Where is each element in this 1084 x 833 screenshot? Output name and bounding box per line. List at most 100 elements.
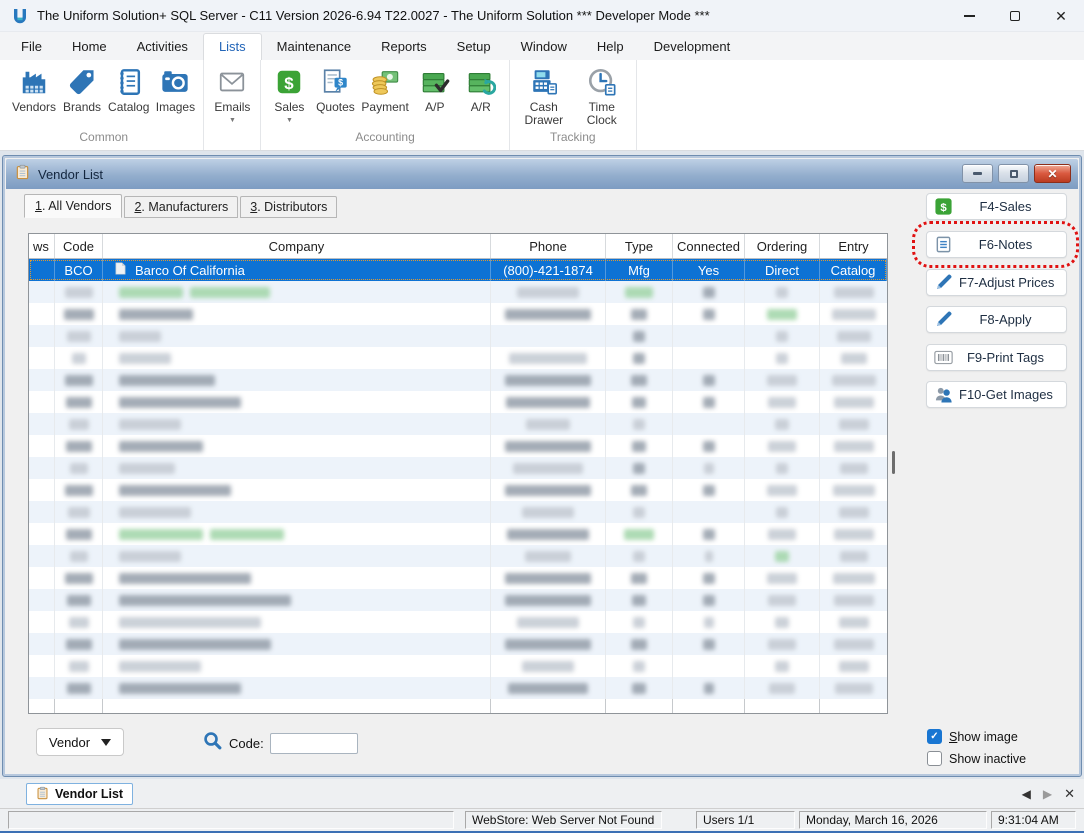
table-row-redacted[interactable] <box>29 347 887 369</box>
cell-redacted <box>820 611 887 633</box>
menu-item-file[interactable]: File <box>6 33 57 60</box>
checkbox-unchecked-icon[interactable] <box>927 751 942 766</box>
table-row-redacted[interactable] <box>29 523 887 545</box>
column-header-company[interactable]: Company <box>103 234 491 258</box>
column-header-ws[interactable]: ws <box>29 234 55 258</box>
redacted-text <box>119 639 271 650</box>
f6-notes-button[interactable]: F6-Notes <box>926 231 1067 258</box>
redacted-text <box>767 485 797 496</box>
close-button[interactable]: ✕ <box>1038 0 1084 32</box>
ribbon-button-a-p[interactable]: A/P <box>412 65 458 114</box>
menu-item-help[interactable]: Help <box>582 33 639 60</box>
taskbar-tab-label: Vendor List <box>55 787 123 801</box>
table-row-redacted[interactable] <box>29 413 887 435</box>
table-row-redacted[interactable] <box>29 281 887 303</box>
tab-all-vendors[interactable]: 1. All Vendors <box>24 194 122 218</box>
column-header-type[interactable]: Type <box>606 234 673 258</box>
redacted-text <box>69 419 89 430</box>
table-row-redacted[interactable] <box>29 479 887 501</box>
column-header-code[interactable]: Code <box>55 234 103 258</box>
table-row-selected[interactable]: BCOBarco Of California(800)-421-1874MfgY… <box>29 259 887 281</box>
code-search-input[interactable] <box>270 733 358 754</box>
cell-redacted <box>673 523 745 545</box>
taskbar-tab-vendor-list[interactable]: Vendor List <box>26 783 133 805</box>
cell-redacted <box>103 589 491 611</box>
cell-redacted <box>491 347 606 369</box>
table-row-redacted[interactable] <box>29 501 887 523</box>
table-row-redacted[interactable] <box>29 655 887 677</box>
ribbon-button-time-clock[interactable]: Time Clock <box>573 65 631 128</box>
ribbon-button-payment[interactable]: Payment <box>358 65 411 114</box>
table-row-redacted[interactable] <box>29 633 887 655</box>
column-header-connected[interactable]: Connected <box>673 234 745 258</box>
f4-sales-button[interactable]: $F4-Sales <box>926 193 1067 220</box>
menu-item-maintenance[interactable]: Maintenance <box>262 33 366 60</box>
redacted-text <box>119 375 215 386</box>
tab-nav-next-icon[interactable]: ▶ <box>1043 787 1052 801</box>
ribbon-toolbar: VendorsBrandsCatalogImagesCommonEmails▼$… <box>0 60 1084 151</box>
redacted-text <box>704 463 714 474</box>
ribbon-button-a-r[interactable]: A/R <box>458 65 504 114</box>
f9-print-tags-button[interactable]: F9-Print Tags <box>926 344 1067 371</box>
ribbon-button-vendors[interactable]: Vendors <box>9 65 59 114</box>
ribbon-button-catalog[interactable]: Catalog <box>105 65 152 114</box>
ribbon-button-brands[interactable]: Brands <box>59 65 105 114</box>
menu-item-lists[interactable]: Lists <box>203 33 262 60</box>
f8-apply-button[interactable]: F8-Apply <box>926 306 1067 333</box>
column-header-entry[interactable]: Entry <box>820 234 887 258</box>
vendor-filter-dropdown[interactable]: Vendor <box>36 728 124 756</box>
table-row-redacted[interactable] <box>29 435 887 457</box>
menu-item-development[interactable]: Development <box>639 33 746 60</box>
action-button-label: F4-Sales <box>959 199 1066 214</box>
vendor-restore-button[interactable] <box>998 164 1029 183</box>
table-row-redacted[interactable] <box>29 545 887 567</box>
f7-adjust-prices-button[interactable]: F7-Adjust Prices <box>926 269 1067 296</box>
redacted-text <box>832 375 876 386</box>
table-row-redacted[interactable] <box>29 457 887 479</box>
table-row-redacted[interactable] <box>29 391 887 413</box>
redacted-text <box>834 639 874 650</box>
tab-manufacturers[interactable]: 2. Manufacturers <box>124 196 238 218</box>
ribbon-button-cash-drawer[interactable]: Cash Drawer <box>515 65 573 128</box>
ribbon-button-images[interactable]: Images <box>152 65 198 114</box>
redacted-text <box>119 507 191 518</box>
checkbox-show-inactive[interactable]: Show inactive <box>927 751 1026 766</box>
ribbon-button-sales[interactable]: $Sales▼ <box>266 65 312 124</box>
cell-redacted <box>606 347 673 369</box>
f10-get-images-button[interactable]: F10-Get Images <box>926 381 1067 408</box>
cell-redacted <box>745 347 820 369</box>
ribbon-button-quotes[interactable]: $Quotes <box>312 65 358 114</box>
vertical-scrollbar-thumb[interactable] <box>892 451 895 474</box>
checkbox-show-image[interactable]: ✓Show image <box>927 729 1018 744</box>
ribbon-group-tracking: Cash DrawerTime ClockTracking <box>510 60 637 150</box>
table-row-redacted[interactable] <box>29 325 887 347</box>
minimize-button[interactable] <box>946 0 992 32</box>
vendor-close-button[interactable]: ✕ <box>1034 164 1071 183</box>
table-row-redacted[interactable] <box>29 369 887 391</box>
table-row-redacted[interactable] <box>29 589 887 611</box>
cell-redacted <box>673 611 745 633</box>
menu-item-window[interactable]: Window <box>506 33 582 60</box>
tab-distributors[interactable]: 3. Distributors <box>240 196 337 218</box>
menu-item-home[interactable]: Home <box>57 33 122 60</box>
table-row-redacted[interactable] <box>29 677 887 699</box>
vendor-minimize-button[interactable] <box>962 164 993 183</box>
envelope-icon <box>216 66 248 98</box>
table-row-redacted[interactable] <box>29 611 887 633</box>
redacted-text <box>65 485 93 496</box>
redacted-text <box>703 309 715 320</box>
maximize-button[interactable] <box>992 0 1038 32</box>
title-bar: The Uniform Solution+ SQL Server - C11 V… <box>0 0 1084 32</box>
cell-redacted <box>673 457 745 479</box>
tab-nav-close-icon[interactable]: ✕ <box>1064 786 1075 802</box>
checkbox-checked-icon[interactable]: ✓ <box>927 729 942 744</box>
tab-nav-prev-icon[interactable]: ◀ <box>1022 787 1031 801</box>
table-row-redacted[interactable] <box>29 567 887 589</box>
ribbon-button-emails[interactable]: Emails▼ <box>209 65 255 124</box>
menu-item-reports[interactable]: Reports <box>366 33 442 60</box>
column-header-phone[interactable]: Phone <box>491 234 606 258</box>
column-header-ordering[interactable]: Ordering <box>745 234 820 258</box>
menu-item-activities[interactable]: Activities <box>122 33 203 60</box>
menu-item-setup[interactable]: Setup <box>442 33 506 60</box>
table-row-redacted[interactable] <box>29 303 887 325</box>
